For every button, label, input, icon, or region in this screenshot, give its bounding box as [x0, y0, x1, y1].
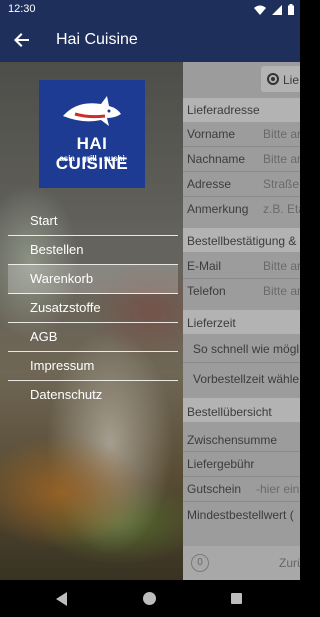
- nav-back-icon[interactable]: [56, 592, 68, 606]
- menu-item-datenschutz[interactable]: Datenschutz: [8, 381, 178, 410]
- menu-item-bestellen[interactable]: Bestellen: [8, 236, 178, 265]
- menu-item-label: Start: [30, 213, 58, 228]
- field-label-firstname: Vorname: [187, 127, 236, 141]
- firstname-input[interactable]: Bitte ar: [263, 127, 300, 141]
- section-summary: Bestellübersicht: [187, 405, 272, 419]
- note-input[interactable]: z.B. Eta: [263, 202, 300, 216]
- field-label-lastname: Nachname: [187, 152, 246, 166]
- back-button-partial[interactable]: Zurü: [279, 556, 300, 570]
- time-option-preorder[interactable]: Vorbestellzeit wähle: [193, 372, 299, 386]
- nav-recents-icon[interactable]: [231, 593, 242, 604]
- menu-item-label: Impressum: [30, 358, 95, 373]
- field-label-phone: Telefon: [187, 284, 226, 298]
- app-title: Hai Cuisine: [56, 31, 138, 48]
- voucher-input[interactable]: -hier ein: [256, 482, 299, 496]
- menu-item-start[interactable]: Start: [8, 207, 178, 236]
- app-bar: Hai Cuisine: [0, 20, 300, 62]
- menu-item-label: Warenkorb: [30, 271, 94, 286]
- wifi-icon: [254, 5, 266, 15]
- navigation-drawer: HAI CUISINE asia · grill · sushi Start B…: [0, 62, 183, 580]
- drawer-menu: Start Bestellen Warenkorb Zusatzstoffe A…: [8, 207, 178, 410]
- logo-tagline: asia · grill · sushi: [59, 154, 125, 163]
- menu-item-label: AGB: [30, 329, 58, 344]
- subtotal-label: Zwischensumme: [187, 433, 278, 447]
- status-time: 12:30: [8, 3, 36, 15]
- time-option-asap[interactable]: So schnell wie mögl: [193, 342, 299, 356]
- system-navigation-bar: [0, 580, 300, 617]
- menu-item-label: Bestellen: [30, 242, 84, 257]
- voucher-label: Gutschein: [187, 482, 242, 496]
- menu-item-impressum[interactable]: Impressum: [8, 352, 178, 381]
- back-arrow-icon[interactable]: [12, 30, 32, 50]
- min-order-label: Mindestbestellwert (: [187, 508, 294, 522]
- menu-item-agb[interactable]: AGB: [8, 323, 178, 352]
- field-label-address: Adresse: [187, 177, 232, 191]
- battery-icon: [288, 4, 294, 15]
- delivery-fee-label: Liefergebühr: [187, 457, 255, 471]
- nav-home-icon[interactable]: [143, 592, 156, 605]
- status-bar: 12:30: [0, 0, 300, 20]
- cart-count-badge: 0: [191, 554, 209, 572]
- phone-input[interactable]: Bitte ar: [263, 284, 300, 298]
- section-confirmation: Bestellbestätigung &: [187, 234, 297, 248]
- email-input[interactable]: Bitte ar: [263, 259, 300, 273]
- bottom-action-bar: 0 Zurü: [183, 546, 300, 580]
- cellular-icon: [272, 4, 282, 15]
- field-label-email: E-Mail: [187, 259, 222, 273]
- field-label-note: Anmerkung: [187, 202, 249, 216]
- shark-logo-icon: [63, 96, 121, 126]
- checkout-form-background: Lie Lieferadresse Vorname Bitte ar Nachn…: [183, 62, 300, 580]
- section-delivery-time: Lieferzeit: [187, 316, 236, 330]
- delivery-radio-icon[interactable]: [267, 73, 279, 85]
- system-icons: [254, 4, 294, 15]
- menu-item-label: Datenschutz: [30, 387, 103, 402]
- menu-item-warenkorb[interactable]: Warenkorb: [8, 265, 178, 294]
- menu-item-zusatzstoffe[interactable]: Zusatzstoffe: [8, 294, 178, 323]
- section-delivery-address: Lieferadresse: [187, 103, 260, 117]
- lastname-input[interactable]: Bitte ar: [263, 152, 300, 166]
- menu-item-label: Zusatzstoffe: [30, 300, 101, 315]
- address-input[interactable]: Straße: [263, 177, 299, 191]
- delivery-option-label: Lie: [283, 73, 300, 87]
- restaurant-logo: HAI CUISINE asia · grill · sushi: [39, 80, 145, 188]
